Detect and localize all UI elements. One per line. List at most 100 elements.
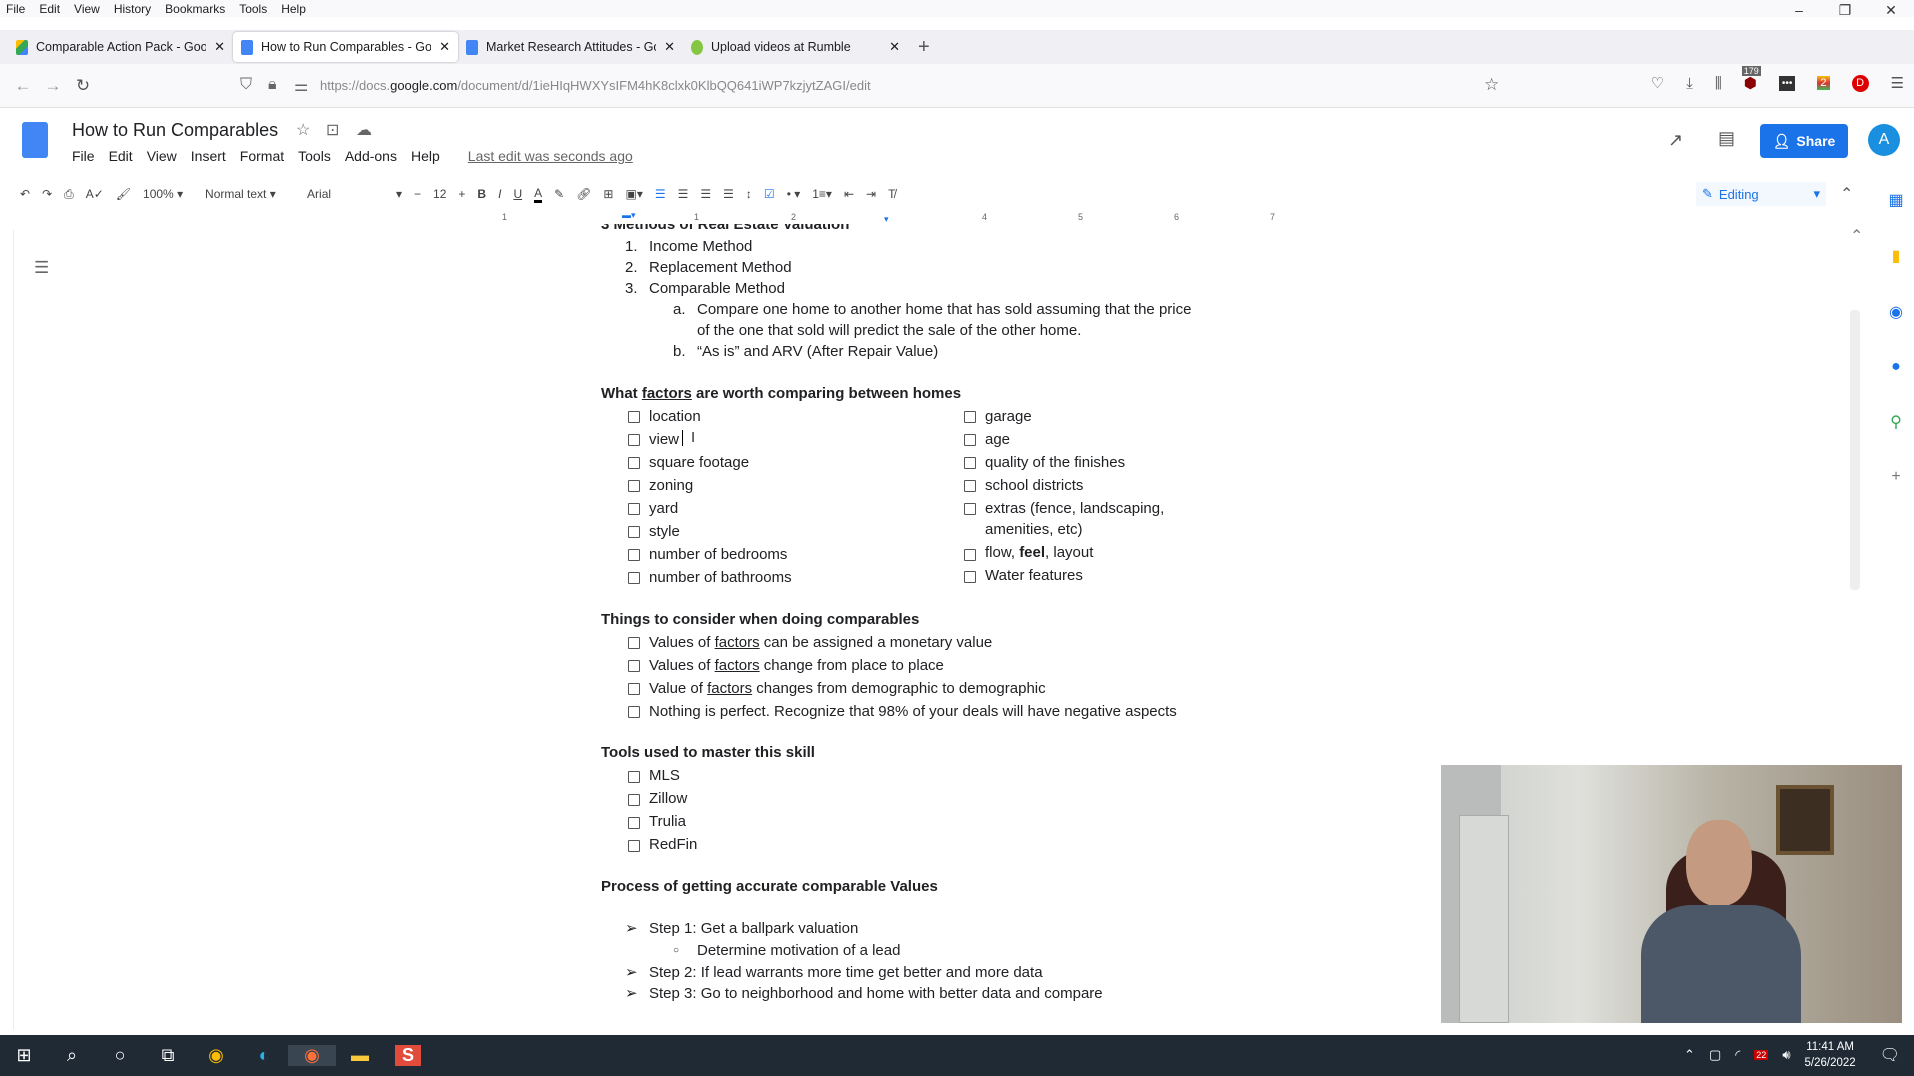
horizontal-ruler[interactable]: 1 1 2 4 5 6 7 ▬▾ ▾: [0, 210, 1914, 228]
underline-icon[interactable]: U: [513, 187, 522, 201]
restore-icon[interactable]: ❐: [1822, 0, 1868, 20]
checkbox[interactable]: [964, 411, 976, 423]
print-icon[interactable]: ⎙: [64, 187, 74, 202]
tab-market-research[interactable]: Market Research Attitudes - Go ✕: [458, 32, 683, 62]
comments-icon[interactable]: ▤: [1718, 128, 1735, 149]
checkbox[interactable]: [964, 571, 976, 583]
tasks-icon[interactable]: ◉: [1889, 302, 1903, 322]
windows-start-icon[interactable]: ⊞: [0, 1045, 48, 1066]
checkbox[interactable]: [628, 480, 640, 492]
checklist-icon[interactable]: ☑: [764, 187, 775, 201]
firefox-icon[interactable]: ◉: [288, 1045, 336, 1066]
scroll-up-icon[interactable]: ⌃: [1850, 226, 1863, 246]
paint-format-icon[interactable]: 🖌︎: [116, 187, 131, 201]
docs-menu-edit[interactable]: Edit: [109, 148, 133, 164]
menu-bookmarks[interactable]: Bookmarks: [165, 2, 225, 16]
checkbox[interactable]: [964, 434, 976, 446]
close-tab-icon[interactable]: ✕: [889, 39, 900, 55]
calendar-icon[interactable]: ▦: [1888, 190, 1903, 210]
add-addon-icon[interactable]: +: [1891, 468, 1900, 486]
checkbox[interactable]: [628, 794, 640, 806]
menu-edit[interactable]: Edit: [39, 2, 60, 16]
docs-menu-tools[interactable]: Tools: [298, 148, 331, 164]
docs-menu-addons[interactable]: Add-ons: [345, 148, 397, 164]
maps-icon[interactable]: ⚲: [1890, 412, 1902, 432]
increase-indent-icon[interactable]: ⇥: [866, 187, 876, 201]
decrease-size-icon[interactable]: −: [414, 187, 421, 201]
menu-history[interactable]: History: [114, 2, 151, 16]
checkbox[interactable]: [628, 637, 640, 649]
document-title[interactable]: How to Run Comparables: [72, 120, 278, 141]
forward-icon[interactable]: →: [38, 76, 68, 96]
menu-file[interactable]: File: [6, 2, 25, 16]
account-avatar[interactable]: A: [1868, 124, 1900, 156]
docs-menu-file[interactable]: File: [72, 148, 95, 164]
tab-stop-marker[interactable]: ▾: [884, 214, 889, 225]
clear-formatting-icon[interactable]: T̸: [888, 187, 895, 201]
close-tab-icon[interactable]: ✕: [664, 39, 675, 55]
tab-how-to-run-comparables[interactable]: How to Run Comparables - Goo ✕: [233, 32, 458, 62]
downloads-icon[interactable]: ⤓: [1686, 75, 1693, 92]
spellcheck-icon[interactable]: A✓: [86, 187, 104, 201]
font-select[interactable]: Arial ▾: [307, 187, 402, 201]
password-manager-icon[interactable]: •••: [1778, 75, 1796, 91]
notifications-icon[interactable]: 🗨︎: [1880, 1045, 1900, 1065]
menu-view[interactable]: View: [74, 2, 100, 16]
image-icon[interactable]: ▣▾: [625, 187, 642, 201]
close-tab-icon[interactable]: ✕: [214, 39, 225, 55]
pocket-icon[interactable]: ♡: [1651, 74, 1664, 92]
wifi-icon[interactable]: ◜: [1735, 1047, 1740, 1063]
move-folder-icon[interactable]: ⊡: [326, 120, 339, 140]
app-menu-icon[interactable]: ☰: [1891, 74, 1904, 92]
tab-comparable-action-pack[interactable]: Comparable Action Pack - Goo ✕: [8, 32, 233, 62]
share-button[interactable]: 👤︎ Share: [1760, 124, 1848, 158]
checkbox[interactable]: [628, 817, 640, 829]
zoom-select[interactable]: 100% ▾: [143, 187, 193, 201]
undo-icon[interactable]: ↶: [20, 187, 30, 201]
shield-icon[interactable]: ⛉: [240, 76, 252, 94]
last-edit-link[interactable]: Last edit was seconds ago: [468, 148, 633, 164]
checkbox[interactable]: [964, 480, 976, 492]
close-window-icon[interactable]: ✕: [1868, 0, 1914, 20]
menu-tools[interactable]: Tools: [239, 2, 267, 16]
extension-2-icon[interactable]: 2: [1817, 76, 1830, 90]
indent-marker[interactable]: ▬▾: [622, 210, 636, 221]
numbered-list-icon[interactable]: 1≡▾: [812, 187, 832, 201]
chrome-icon[interactable]: ◉: [192, 1045, 240, 1066]
docs-menu-help[interactable]: Help: [411, 148, 440, 164]
align-right-icon[interactable]: ☰: [700, 187, 711, 201]
calendar-tray-icon[interactable]: 22: [1754, 1050, 1769, 1060]
activity-trend-icon[interactable]: ↗: [1668, 130, 1683, 151]
checkbox[interactable]: [628, 526, 640, 538]
checkbox[interactable]: [628, 457, 640, 469]
meet-now-icon[interactable]: ▢: [1709, 1047, 1721, 1063]
link-icon[interactable]: 🔗︎: [576, 187, 591, 201]
keep-icon[interactable]: ▮: [1892, 246, 1901, 266]
checkbox[interactable]: [964, 503, 976, 515]
contacts-icon[interactable]: ●: [1891, 358, 1901, 376]
star-icon[interactable]: ☆: [296, 120, 310, 140]
bookmark-star-icon[interactable]: ☆: [1484, 75, 1499, 95]
collapse-toolbar-icon[interactable]: ⌃: [1840, 184, 1853, 204]
file-explorer-icon[interactable]: ▬: [336, 1045, 384, 1066]
show-hidden-icons[interactable]: ⌃: [1684, 1047, 1695, 1063]
checkbox[interactable]: [964, 549, 976, 561]
permissions-icon[interactable]: ⚌: [294, 76, 308, 96]
highlight-icon[interactable]: ✎: [554, 187, 564, 201]
italic-icon[interactable]: I: [498, 187, 501, 201]
document-outline-icon[interactable]: ☰: [34, 258, 49, 278]
checkbox[interactable]: [628, 503, 640, 515]
docs-menu-insert[interactable]: Insert: [191, 148, 226, 164]
line-spacing-icon[interactable]: ↕: [746, 187, 752, 201]
checkbox[interactable]: [628, 771, 640, 783]
checkbox[interactable]: [628, 683, 640, 695]
volume-icon[interactable]: 🔊︎: [1782, 1047, 1790, 1063]
docs-menu-format[interactable]: Format: [240, 148, 284, 164]
cortana-icon[interactable]: ○: [96, 1045, 144, 1066]
close-tab-icon[interactable]: ✕: [439, 39, 450, 55]
align-center-icon[interactable]: ☰: [678, 187, 689, 201]
editing-mode-select[interactable]: ✎ Editing ▾: [1696, 182, 1826, 206]
clock[interactable]: 11:41 AM 5/26/2022: [1805, 1039, 1856, 1071]
task-view-icon[interactable]: ⧉: [144, 1045, 192, 1066]
tab-rumble[interactable]: Upload videos at Rumble ✕: [683, 32, 908, 62]
